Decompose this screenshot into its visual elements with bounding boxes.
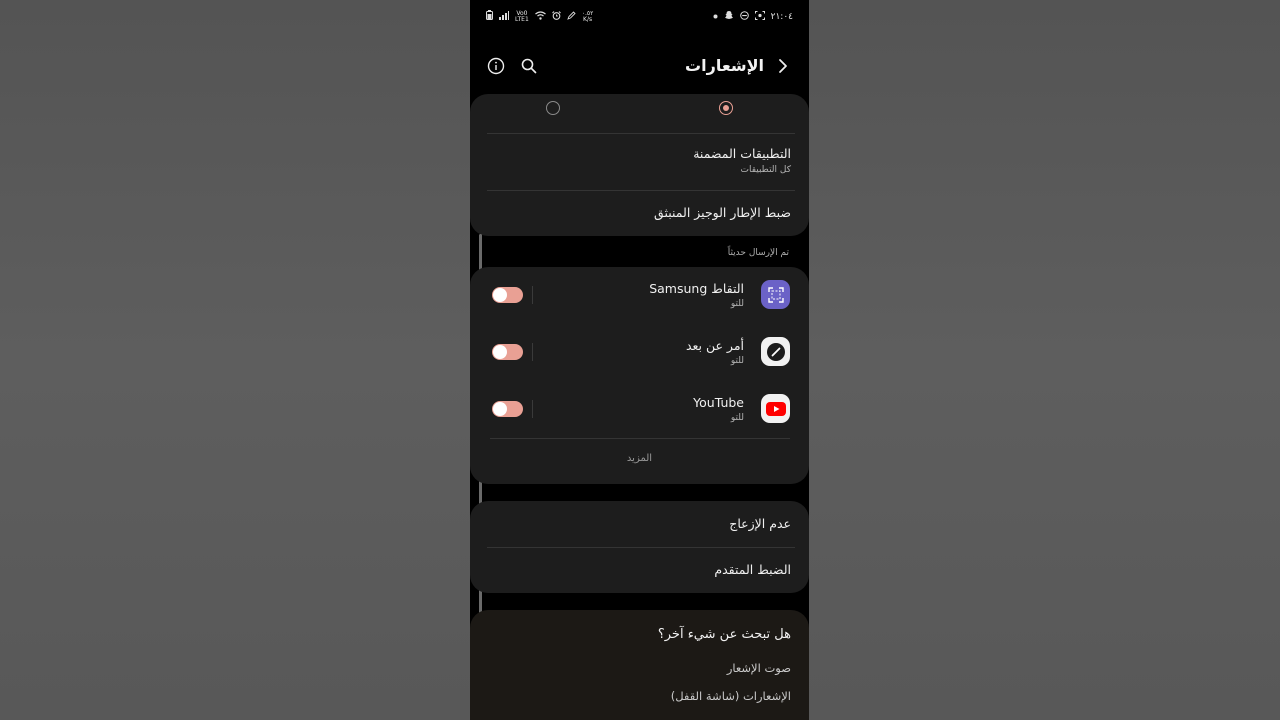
back-button[interactable] xyxy=(773,56,793,76)
suggestion-link-notification-sound[interactable]: صوت الإشعار xyxy=(727,661,791,675)
app-time: للتو xyxy=(730,299,744,309)
search-button[interactable] xyxy=(519,56,539,76)
looking-for-something-else-card: هل تبحث عن شيء آخر؟ صوت الإشعار الإشعارا… xyxy=(470,610,809,720)
status-icons-left: Vo0 LTE1 ٠.٥٢ K/s xyxy=(486,10,593,23)
search-icon xyxy=(521,58,537,74)
dnd-icon xyxy=(739,10,749,23)
toggle-separator xyxy=(532,286,533,304)
toggle-separator xyxy=(532,343,533,361)
edit-icon xyxy=(566,10,576,23)
alarm-icon xyxy=(551,10,561,23)
settings-card: عدم الإزعاج الضبط المتقدم xyxy=(470,501,809,593)
advanced-settings-title: الضبط المتقدم xyxy=(714,562,791,577)
included-apps-row[interactable]: التطبيقات المضمنة كل التطبيقات xyxy=(470,134,809,190)
brief-popup-row[interactable]: ضبط الإطار الوجيز المنبثق xyxy=(470,191,809,235)
style-option-radio-selected[interactable] xyxy=(719,101,733,115)
chevron-right-icon xyxy=(779,59,787,73)
battery-icon xyxy=(486,10,493,23)
network-speed: ٠.٥٢ K/s xyxy=(582,10,594,23)
youtube-icon xyxy=(761,394,790,423)
toggle-separator xyxy=(532,400,533,418)
app-notification-toggle[interactable] xyxy=(492,287,523,303)
signal-icon xyxy=(499,10,509,23)
snapchat-icon xyxy=(724,10,734,23)
screen-capture-icon xyxy=(761,280,790,309)
style-option-radio-unselected[interactable] xyxy=(546,101,560,115)
app-row[interactable]: أمر عن بعد للتو xyxy=(470,324,809,381)
clock-text: ٢١:٠٤ xyxy=(770,11,793,22)
app-time: للتو xyxy=(730,356,744,366)
do-not-disturb-row[interactable]: عدم الإزعاج xyxy=(470,501,809,547)
app-notification-toggle[interactable] xyxy=(492,344,523,360)
recently-sent-card: التقاط Samsung للتو أمر عن بعد للتو YouT… xyxy=(470,267,809,484)
info-icon xyxy=(487,57,505,75)
remote-command-icon xyxy=(761,337,790,366)
app-row[interactable]: YouTube للتو xyxy=(470,381,809,438)
wifi-icon xyxy=(534,10,546,23)
status-bar: Vo0 LTE1 ٠.٥٢ K/s ٢١:٠٤ xyxy=(470,0,809,32)
network-speed-unit: K/s xyxy=(583,15,593,23)
recently-sent-label: تم الإرسال حديثاً xyxy=(727,248,789,258)
more-button[interactable]: المزيد xyxy=(470,453,809,464)
do-not-disturb-title: عدم الإزعاج xyxy=(729,516,791,531)
screen-recorder-icon xyxy=(754,10,765,23)
volte-badge: Vo0 LTE1 xyxy=(515,10,529,23)
app-name: YouTube xyxy=(693,395,744,410)
phone-screen: Vo0 LTE1 ٠.٥٢ K/s ٢١:٠٤ الإشعارات التطبي… xyxy=(470,0,809,720)
included-apps-title: التطبيقات المضمنة xyxy=(693,146,791,161)
divider xyxy=(490,438,790,439)
app-row[interactable]: التقاط Samsung للتو xyxy=(470,267,809,324)
app-notification-toggle[interactable] xyxy=(492,401,523,417)
dot-icon xyxy=(713,12,718,22)
status-icons-right: ٢١:٠٤ xyxy=(713,10,793,23)
app-time: للتو xyxy=(730,413,744,423)
app-name: أمر عن بعد xyxy=(685,338,744,353)
app-name: التقاط Samsung xyxy=(649,281,744,296)
info-button[interactable] xyxy=(486,56,506,76)
advanced-settings-row[interactable]: الضبط المتقدم xyxy=(470,548,809,593)
included-apps-subtitle: كل التطبيقات xyxy=(740,165,791,175)
notification-style-card: التطبيقات المضمنة كل التطبيقات ضبط الإطا… xyxy=(470,94,809,236)
app-bar: الإشعارات xyxy=(470,48,809,84)
brief-popup-title: ضبط الإطار الوجيز المنبثق xyxy=(654,205,791,220)
suggestion-link-lockscreen-notifications[interactable]: الإشعارات (شاشة القفل) xyxy=(671,689,791,703)
volte-bottom-text: LTE1 xyxy=(515,15,529,23)
suggestions-title: هل تبحث عن شيء آخر؟ xyxy=(657,627,791,642)
page-title: الإشعارات xyxy=(685,56,764,75)
